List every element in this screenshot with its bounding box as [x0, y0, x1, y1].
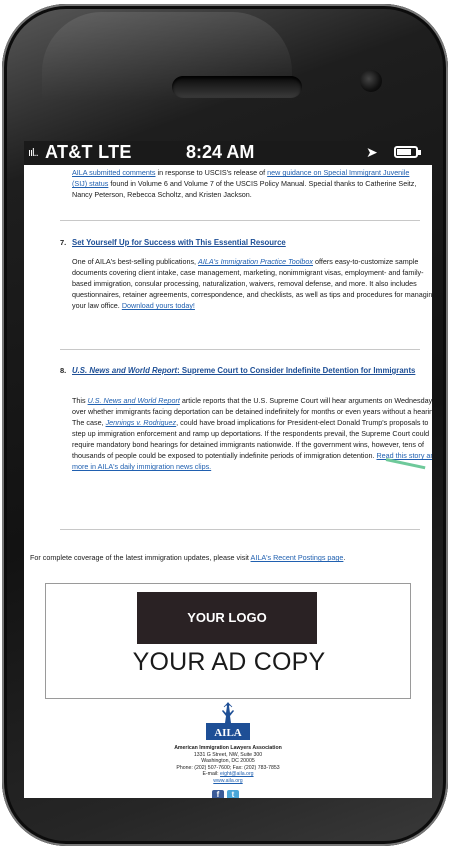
- usnews-link[interactable]: U.S. News and World Report: [88, 396, 180, 405]
- org-address: American Immigration Lawyers Association…: [24, 745, 432, 785]
- org-name: American Immigration Lawyers Association: [174, 745, 282, 751]
- item-7: 7. Set Yourself Up for Success with This…: [60, 237, 432, 347]
- phone-screen: ııl.. AT&T LTE 8:24 AM ➤ AILA submitted …: [24, 141, 432, 798]
- battery-icon: [394, 146, 421, 158]
- location-arrow-icon: ➤: [366, 144, 378, 160]
- item-7-title-link[interactable]: Set Yourself Up for Success with This Es…: [72, 237, 286, 248]
- twitter-icon[interactable]: t: [227, 790, 239, 798]
- item-number: 8.: [60, 366, 67, 375]
- divider: [60, 349, 420, 350]
- item-8-title-rest: : Supreme Court to Consider Indefinite D…: [177, 366, 416, 375]
- carrier-label: AT&T LTE: [45, 142, 132, 162]
- org-website-line: www.aila.org: [24, 778, 432, 785]
- org-phone: Phone: (202) 507-7600; Fax: (202) 783-78…: [176, 764, 280, 771]
- item-8-text-1: This: [72, 396, 88, 405]
- download-link[interactable]: Download yours today!: [122, 301, 195, 310]
- org-street: 1331 G Street, NW, Suite 300: [193, 751, 263, 758]
- item-7-body: One of AILA's best-selling publications,…: [72, 256, 432, 311]
- jennings-case-link[interactable]: Jennings v. Rodriguez: [106, 418, 177, 427]
- ad-logo[interactable]: YOUR LOGO: [137, 592, 317, 644]
- email-content: AILA submitted comments in response to U…: [24, 165, 432, 798]
- signal-strength-icon: ııl..: [28, 147, 39, 159]
- item-8-body: This U.S. News and World Report article …: [72, 395, 432, 472]
- org-email-line: E-mail: eight@aila.org: [24, 771, 432, 778]
- aila-logo: AILA: [204, 701, 252, 741]
- recent-postings-link[interactable]: AILA's Recent Postings page: [251, 553, 344, 562]
- earpiece-speaker: [172, 76, 302, 98]
- divider: [60, 220, 420, 221]
- facebook-icon[interactable]: f: [212, 790, 224, 798]
- battery-fill: [397, 149, 412, 155]
- intro-text-1: in response to USCIS's release of: [155, 168, 268, 177]
- org-email-link[interactable]: eight@aila.org: [220, 771, 254, 777]
- aila-comments-link[interactable]: AILA submitted comments: [72, 168, 156, 177]
- item-8: 8. U.S. News and World Report: Supreme C…: [60, 365, 432, 515]
- ad-banner[interactable]: YOUR LOGO YOUR AD COPY: [45, 583, 411, 699]
- item-8-title-source: U.S. News and World Report: [72, 366, 178, 375]
- org-email-label: E-mail:: [202, 771, 221, 778]
- item-8-title-link[interactable]: U.S. News and World Report: Supreme Cour…: [72, 365, 422, 376]
- org-website-link[interactable]: www.aila.org: [213, 778, 242, 784]
- item-number: 7.: [60, 238, 67, 247]
- coverage-note: For complete coverage of the latest immi…: [30, 553, 430, 562]
- item-7-text-1: One of AILA's best-selling publications,: [72, 257, 199, 266]
- intro-paragraph: AILA submitted comments in response to U…: [72, 167, 422, 200]
- ad-copy: YOUR AD COPY: [132, 648, 326, 676]
- intro-text-2: found in Volume 6 and Volume 7 of the US…: [72, 179, 417, 199]
- status-time: 8:24 AM: [186, 142, 255, 162]
- divider: [60, 529, 420, 530]
- toolbox-link[interactable]: AILA's Immigration Practice Toolbox: [198, 257, 313, 266]
- front-camera: [360, 70, 382, 92]
- battery-nub: [418, 150, 421, 155]
- status-bar: ııl.. AT&T LTE 8:24 AM ➤: [24, 141, 432, 165]
- phone-frame: ııl.. AT&T LTE 8:24 AM ➤ AILA submitted …: [2, 4, 448, 846]
- org-city: Washington, DC 20005: [201, 758, 255, 765]
- social-links: f t: [212, 790, 242, 798]
- coverage-end: .: [343, 553, 346, 562]
- aila-logo-text: AILA: [214, 727, 242, 739]
- coverage-text: For complete coverage of the latest immi…: [30, 553, 251, 562]
